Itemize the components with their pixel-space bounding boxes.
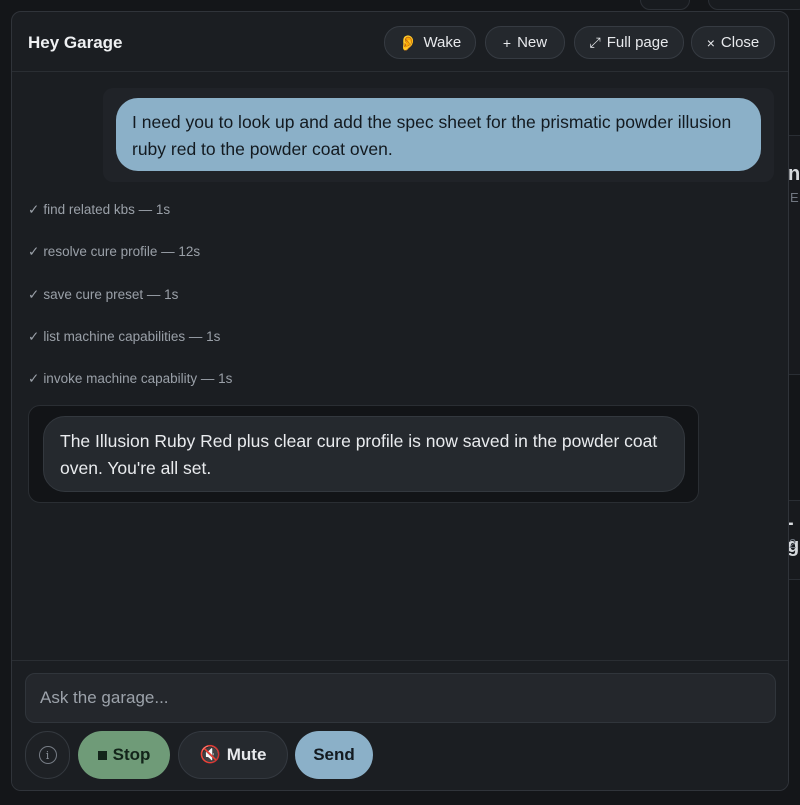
panel-header: Hey Garage 👂 Wake + New ⤢ Full page × Cl… (12, 12, 788, 72)
info-button[interactable]: i (25, 731, 70, 779)
new-label: New (517, 34, 548, 51)
check-icon: ✓ (28, 244, 40, 259)
tool-step: ✓ list machine capabilities — 1s (28, 329, 220, 345)
plus-icon: + (502, 34, 512, 51)
background-text: n (788, 163, 800, 185)
check-icon: ✓ (28, 371, 40, 386)
mute-button[interactable]: 🔇 Mute (178, 731, 288, 779)
background-subtext: 2 (789, 536, 797, 551)
ask-input[interactable] (25, 673, 776, 723)
tool-step: ✓ find related kbs — 1s (28, 202, 170, 218)
stop-button[interactable]: Stop (78, 731, 170, 779)
user-message: I need you to look up and add the spec s… (116, 98, 761, 171)
composer: i Stop 🔇 Mute Send (12, 660, 788, 790)
close-button[interactable]: × Close (691, 26, 775, 59)
check-icon: ✓ (28, 329, 40, 344)
tool-step-label: find related kbs — 1s (43, 202, 171, 217)
tool-step-label: resolve cure profile — 12s (43, 244, 201, 259)
wake-label: Wake (423, 34, 462, 51)
tool-step-label: invoke machine capability — 1s (43, 371, 233, 386)
full-page-label: Full page (606, 34, 669, 51)
background-pill (640, 0, 690, 10)
stop-label: Stop (112, 745, 151, 764)
close-icon: × (706, 34, 715, 51)
tool-step: ✓ resolve cure profile — 12s (28, 244, 200, 260)
assistant-panel: Hey Garage 👂 Wake + New ⤢ Full page × Cl… (11, 11, 789, 791)
panel-title: Hey Garage (28, 33, 123, 52)
close-label: Close (720, 34, 760, 51)
mute-label: Mute (226, 745, 267, 764)
send-label: Send (313, 745, 355, 764)
background-pill (708, 0, 800, 10)
wake-button[interactable]: 👂 Wake (384, 26, 476, 59)
expand-icon: ⤢ (589, 34, 601, 50)
tool-step: ✓ invoke machine capability — 1s (28, 371, 232, 387)
check-icon: ✓ (28, 202, 40, 217)
send-button[interactable]: Send (295, 731, 373, 779)
stop-square-icon (97, 750, 107, 760)
new-button[interactable]: + New (485, 26, 565, 59)
speaker-muted-icon: 🔇 (199, 745, 221, 764)
check-icon: ✓ (28, 287, 40, 302)
background-subtext: E (790, 190, 799, 205)
user-message-row: I need you to look up and add the spec s… (103, 88, 774, 182)
assistant-message-row: The Illusion Ruby Red plus clear cure pr… (28, 405, 699, 503)
info-icon: i (38, 746, 57, 764)
full-page-button[interactable]: ⤢ Full page (574, 26, 684, 59)
tool-step-label: save cure preset — 1s (43, 287, 179, 302)
tool-step-label: list machine capabilities — 1s (43, 329, 221, 344)
tool-step: ✓ save cure preset — 1s (28, 287, 178, 303)
assistant-message: The Illusion Ruby Red plus clear cure pr… (43, 416, 685, 492)
ear-icon: 👂 (398, 34, 418, 52)
